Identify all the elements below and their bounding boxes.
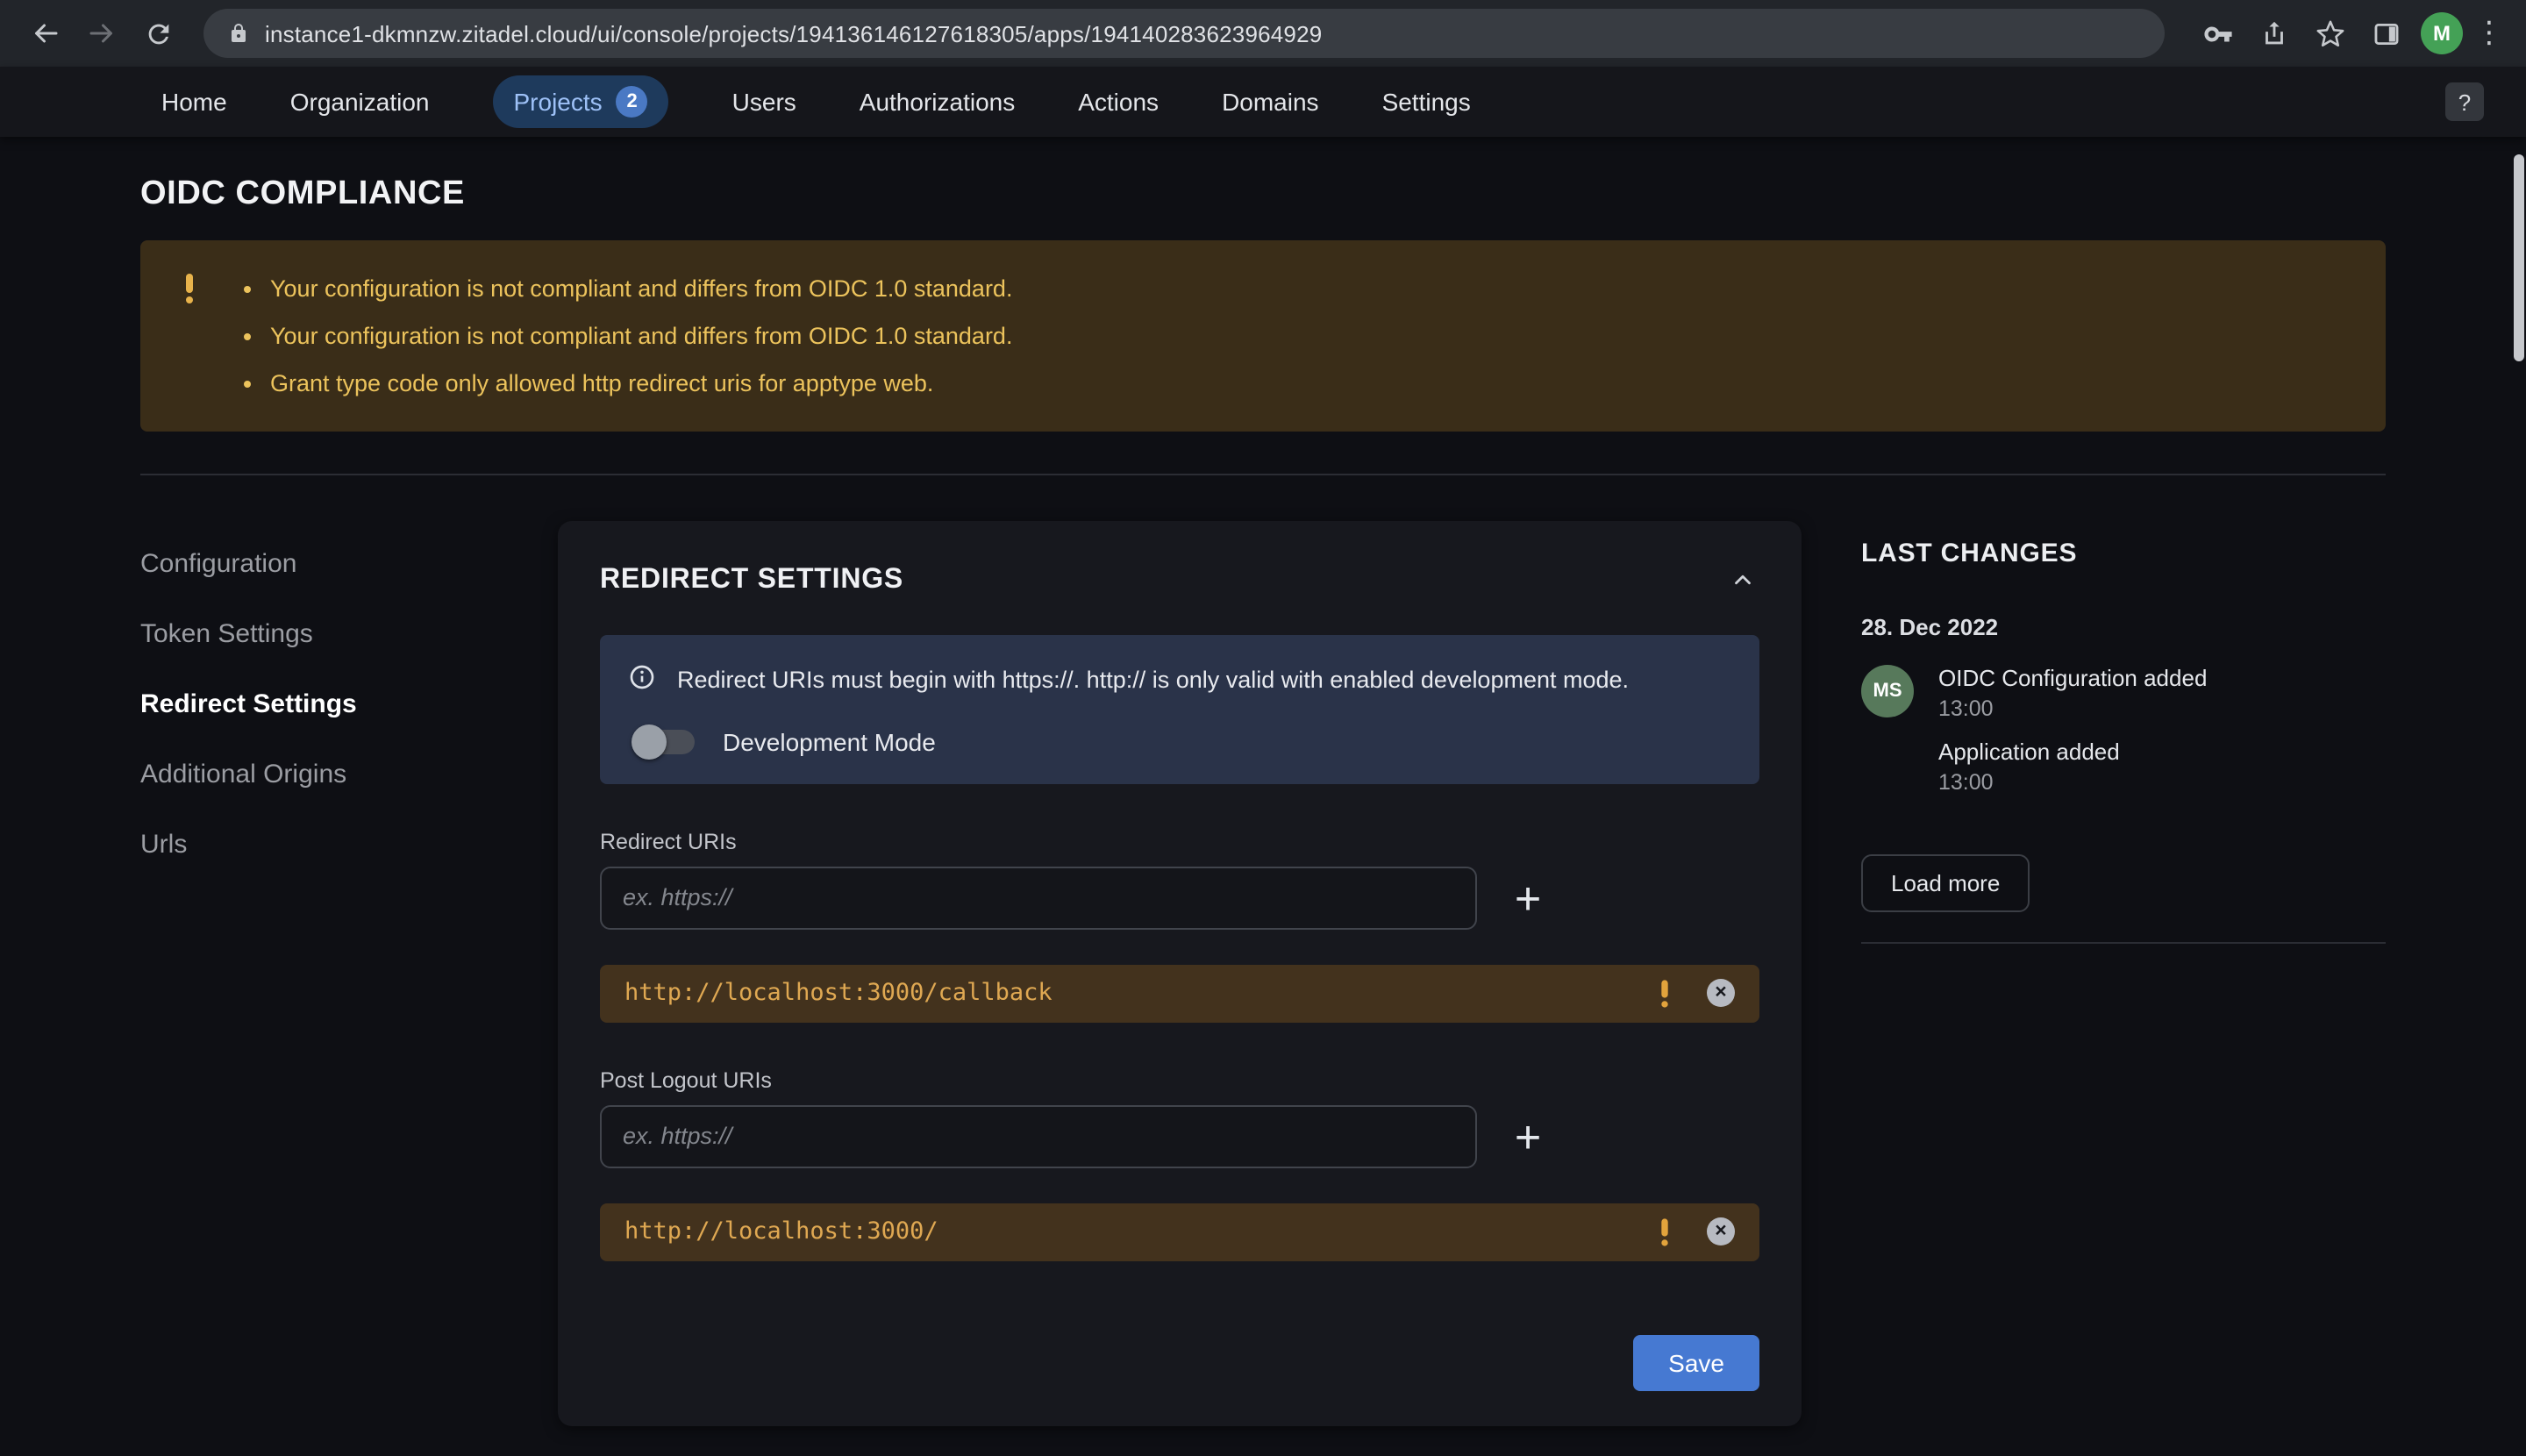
nav-item-settings[interactable]: Settings xyxy=(1382,88,1471,116)
development-mode-toggle[interactable] xyxy=(632,724,695,759)
change-event-label: OIDC Configuration added xyxy=(1938,665,2208,691)
menu-item-urls[interactable]: Urls xyxy=(140,830,558,860)
warning-item: Your configuration is not compliant and … xyxy=(270,265,1012,312)
post-logout-uri-chip: http://localhost:3000/ × xyxy=(600,1203,1759,1260)
projects-count-badge: 2 xyxy=(616,86,648,118)
change-event-time: 13:00 xyxy=(1938,696,1994,721)
change-author-avatar: MS xyxy=(1861,665,1914,717)
page-title: OIDC COMPLIANCE xyxy=(140,175,465,212)
post-logout-uris-label: Post Logout URIs xyxy=(600,1067,772,1092)
development-mode-label: Development Mode xyxy=(723,727,936,755)
add-post-logout-uri-icon[interactable]: + xyxy=(1505,1113,1551,1159)
changes-divider xyxy=(1861,942,2386,944)
changes-date: 28. Dec 2022 xyxy=(1861,614,1999,640)
uri-warning-icon xyxy=(1661,979,1668,1007)
post-logout-uri-value: http://localhost:3000/ xyxy=(624,1217,938,1245)
page-scrollbar-thumb[interactable] xyxy=(2514,154,2524,361)
collapse-chevron-up-icon[interactable] xyxy=(1726,563,1759,596)
warning-list: Your configuration is not compliant and … xyxy=(239,265,1012,407)
url-text: instance1-dkmnzw.zitadel.cloud/ui/consol… xyxy=(265,20,1323,46)
share-icon[interactable] xyxy=(2249,9,2298,58)
redirect-uri-chip: http://localhost:3000/callback × xyxy=(600,964,1759,1022)
load-more-button[interactable]: Load more xyxy=(1861,854,2030,912)
last-changes-panel: LAST CHANGES 28. Dec 2022 MS OIDC Config… xyxy=(1861,521,2386,944)
last-changes-title: LAST CHANGES xyxy=(1861,539,2078,568)
help-button[interactable]: ? xyxy=(2445,82,2484,121)
post-logout-uri-input[interactable] xyxy=(600,1104,1477,1167)
browser-url-bar[interactable]: instance1-dkmnzw.zitadel.cloud/ui/consol… xyxy=(203,9,2165,58)
section-divider xyxy=(140,474,2386,475)
oidc-compliance-warning-box: Your configuration is not compliant and … xyxy=(140,240,2386,432)
main-content: OIDC COMPLIANCE Your configuration is no… xyxy=(0,175,2526,1425)
add-redirect-uri-icon[interactable]: + xyxy=(1505,874,1551,920)
nav-item-authorizations[interactable]: Authorizations xyxy=(860,88,1015,116)
menu-item-additional-origins[interactable]: Additional Origins xyxy=(140,760,558,789)
browser-back-icon[interactable] xyxy=(21,9,70,58)
console-top-nav: Home Organization Projects 2 Users Autho… xyxy=(0,67,2526,137)
lock-icon[interactable] xyxy=(228,23,249,44)
nav-item-users[interactable]: Users xyxy=(732,88,796,116)
nav-item-domains[interactable]: Domains xyxy=(1222,88,1319,116)
dev-mode-info-box: Redirect URIs must begin with https://. … xyxy=(600,635,1759,783)
warning-item: Grant type code only allowed http redire… xyxy=(270,360,1012,407)
nav-item-projects-label: Projects xyxy=(513,88,603,116)
nav-item-projects[interactable]: Projects 2 xyxy=(492,75,669,128)
uri-warning-icon xyxy=(1661,1217,1668,1245)
info-text: Redirect URIs must begin with https://. … xyxy=(677,666,1630,692)
redirect-uris-label: Redirect URIs xyxy=(600,829,737,853)
browser-chrome: instance1-dkmnzw.zitadel.cloud/ui/consol… xyxy=(0,0,2526,67)
redirect-settings-card: REDIRECT SETTINGS Redirect URIs must beg… xyxy=(558,521,1802,1425)
browser-forward-icon[interactable] xyxy=(77,9,126,58)
redirect-uri-input[interactable] xyxy=(600,866,1477,929)
info-icon xyxy=(628,663,656,691)
menu-item-redirect-settings[interactable]: Redirect Settings xyxy=(140,689,558,719)
menu-item-configuration[interactable]: Configuration xyxy=(140,549,558,579)
settings-menu: Configuration Token Settings Redirect Se… xyxy=(140,521,558,860)
nav-item-home[interactable]: Home xyxy=(161,88,227,116)
redirect-uri-value: http://localhost:3000/callback xyxy=(624,979,1052,1007)
change-event-label: Application added xyxy=(1938,739,2120,765)
remove-uri-icon[interactable]: × xyxy=(1707,1217,1735,1245)
menu-item-token-settings[interactable]: Token Settings xyxy=(140,619,558,649)
card-title: REDIRECT SETTINGS xyxy=(600,564,904,594)
zitadel-console: instance1-dkmnzw.zitadel.cloud/ui/consol… xyxy=(0,0,2526,1456)
warning-icon xyxy=(186,274,193,407)
warning-item: Your configuration is not compliant and … xyxy=(270,312,1012,360)
side-panel-icon[interactable] xyxy=(2361,9,2410,58)
browser-profile-avatar[interactable]: M xyxy=(2421,12,2463,54)
remove-uri-icon[interactable]: × xyxy=(1707,979,1735,1007)
bookmark-star-icon[interactable] xyxy=(2305,9,2354,58)
browser-menu-icon[interactable]: ⋮ xyxy=(2470,16,2508,51)
browser-reload-icon[interactable] xyxy=(133,9,182,58)
password-key-icon[interactable] xyxy=(2193,9,2242,58)
change-event-time: 13:00 xyxy=(1938,770,1994,795)
nav-item-organization[interactable]: Organization xyxy=(290,88,430,116)
nav-item-actions[interactable]: Actions xyxy=(1078,88,1159,116)
save-button[interactable]: Save xyxy=(1633,1334,1759,1390)
browser-actions: M ⋮ xyxy=(2189,9,2508,58)
